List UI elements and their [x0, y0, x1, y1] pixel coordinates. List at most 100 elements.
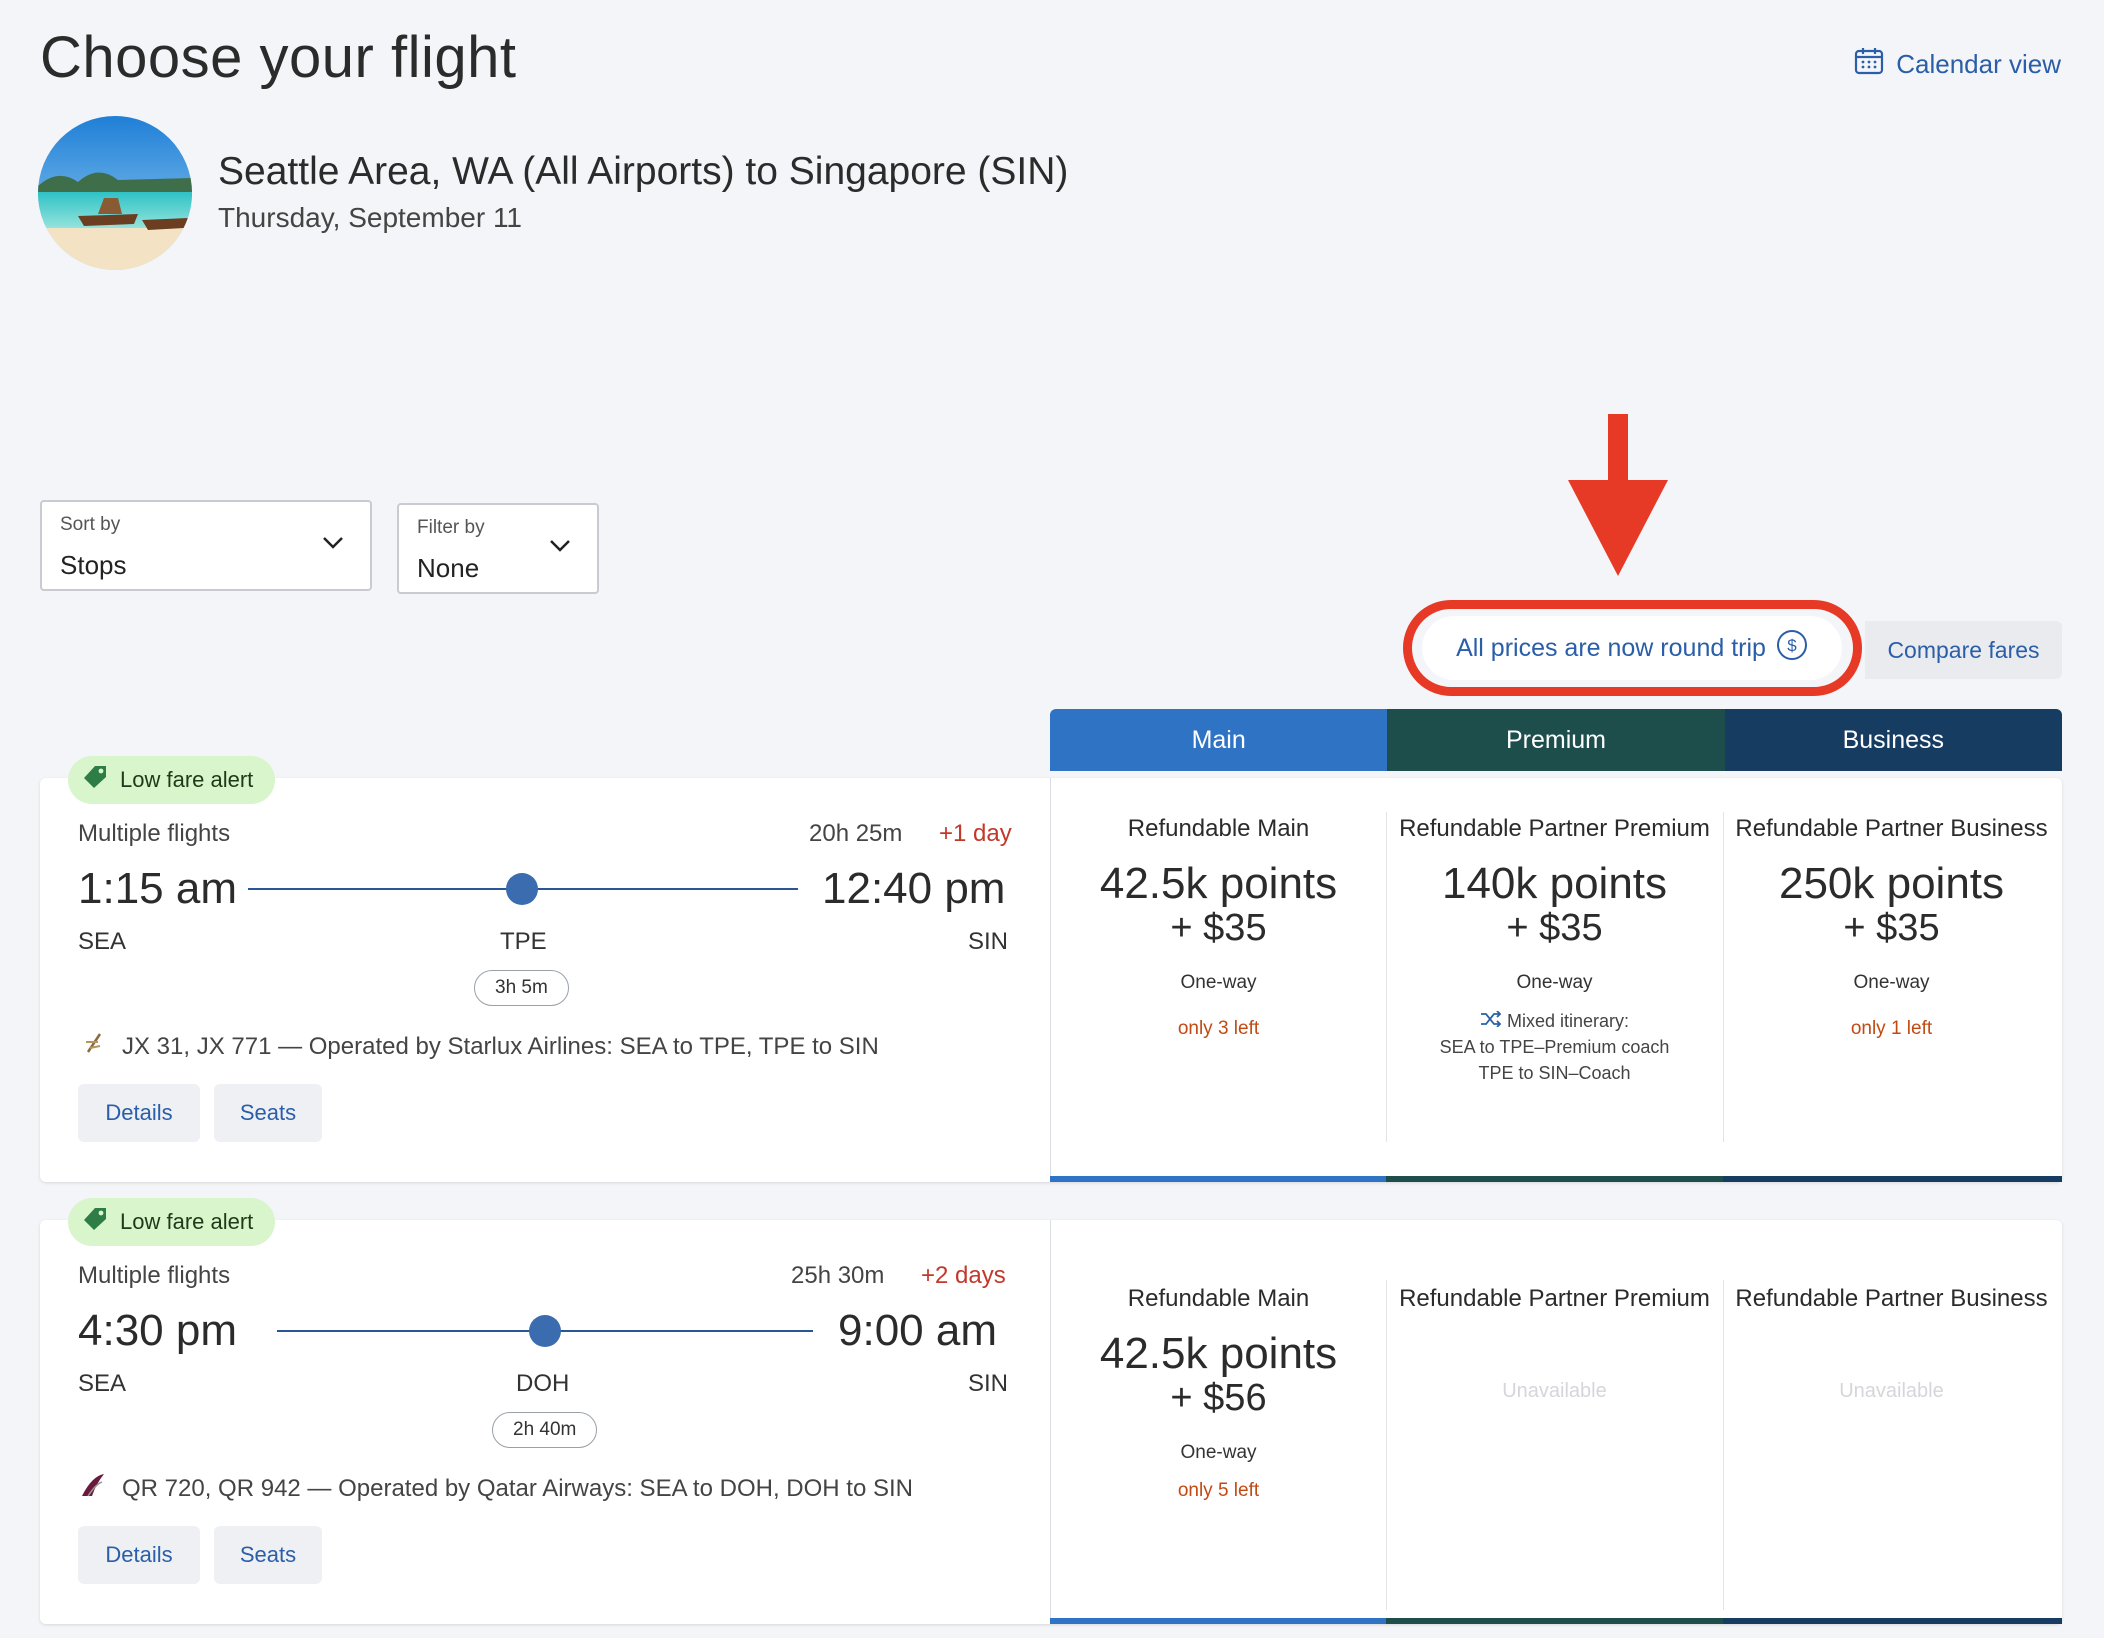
fare-way: One-way [1516, 972, 1593, 993]
mixed-leg-1: SEA to TPE–Premium coach [1439, 1037, 1670, 1057]
fare-fee: + $35 [1843, 907, 1940, 949]
filter-dropdown[interactable]: Filter by None [397, 503, 599, 594]
day-offset: +2 days [921, 1262, 1006, 1289]
badge-label: Low fare alert [120, 1209, 254, 1234]
destination-code: SIN [968, 1370, 1009, 1397]
operated-text: JX 31, JX 771 — Operated by Starlux Airl… [122, 1032, 879, 1060]
fare-points: 42.5k points [1099, 859, 1338, 908]
destination-photo [38, 116, 192, 270]
chevron-down-icon [549, 539, 571, 558]
svg-text:$: $ [1787, 636, 1797, 655]
seats-left: only 1 left [1850, 1018, 1933, 1039]
day-offset: +1 day [939, 820, 1012, 847]
fare-title: Refundable Partner Business [1735, 815, 2048, 842]
origin-code: SEA [78, 1370, 127, 1397]
calendar-icon [1854, 46, 1884, 83]
low-fare-badge: Low fare alert [68, 756, 276, 804]
sort-dropdown[interactable]: Sort by Stops [40, 500, 372, 591]
fare-main[interactable]: Refundable Main 42.5k points + $56 One-w… [1050, 1280, 1387, 1502]
operated-text: QR 720, QR 942 — Operated by Qatar Airwa… [122, 1474, 913, 1502]
fare-title: Refundable Main [1127, 815, 1310, 842]
mixed-leg-2: TPE to SIN–Coach [1478, 1063, 1631, 1083]
low-fare-badge: Low fare alert [68, 1198, 276, 1246]
fare-fee: + $35 [1506, 907, 1603, 949]
travel-date: Thursday, September 11 [218, 202, 523, 233]
stop-code: TPE [500, 928, 547, 955]
fare-business: Refundable Partner Business Unavailable [1723, 1280, 2060, 1403]
flight-type-label: Multiple flights [78, 1262, 231, 1289]
mixed-itinerary: Mixed itinerary: SEA to TPE–Premium coac… [1386, 1008, 1723, 1086]
filter-label: Filter by [417, 517, 485, 538]
fare-title: Refundable Partner Premium [1399, 815, 1710, 842]
starlux-logo-icon [78, 1028, 108, 1065]
flight-card: Low fare alert Multiple flights 20h 25m … [40, 756, 2062, 1182]
origin-code: SEA [78, 928, 127, 955]
layover-duration: 3h 5m [474, 970, 569, 1006]
seats-left: only 3 left [1177, 1018, 1260, 1039]
arrive-time: 9:00 am [838, 1306, 997, 1355]
main-strip [1050, 1176, 1386, 1182]
badge-label: Low fare alert [120, 767, 254, 792]
fare-title: Refundable Partner Business [1735, 1285, 2048, 1312]
tab-business[interactable]: Business [1724, 709, 2062, 771]
chevron-down-icon [322, 536, 344, 555]
fare-points: 42.5k points [1099, 1329, 1338, 1378]
filter-value: None [417, 553, 480, 583]
premium-strip [1386, 1618, 1723, 1624]
fare-main[interactable]: Refundable Main 42.5k points + $35 One-w… [1050, 810, 1387, 1040]
seats-left: only 5 left [1177, 1480, 1260, 1501]
page-title: Choose your flight [40, 25, 517, 90]
fare-fee: + $35 [1170, 907, 1267, 949]
fare-premium[interactable]: Refundable Partner Premium 140k points +… [1386, 810, 1723, 1086]
fare-fee: + $56 [1170, 1377, 1267, 1419]
operated-by: QR 720, QR 942 — Operated by Qatar Airwa… [78, 1470, 913, 1507]
mixed-label: Mixed itinerary: [1506, 1011, 1630, 1031]
seats-button[interactable]: Seats [214, 1526, 322, 1584]
depart-time: 1:15 am [78, 864, 237, 913]
shuffle-icon [1480, 1010, 1507, 1031]
fare-way: One-way [1180, 1442, 1257, 1463]
flight-card: Low fare alert Multiple flights 25h 30m … [40, 1198, 2062, 1624]
fare-way: One-way [1853, 972, 1930, 993]
fare-points: 250k points [1778, 859, 2005, 908]
operated-by: JX 31, JX 771 — Operated by Starlux Airl… [78, 1028, 879, 1065]
arrive-time: 12:40 pm [822, 864, 1006, 913]
cabin-tabs: Main Premium Business [1050, 709, 2062, 771]
tag-icon [80, 762, 110, 798]
premium-strip [1386, 1176, 1723, 1182]
stop-dot [529, 1315, 561, 1347]
fare-title: Refundable Main [1127, 1285, 1310, 1312]
flight-duration: 25h 30m [791, 1262, 885, 1289]
flight-type-label: Multiple flights [78, 820, 231, 847]
flight-duration: 20h 25m [809, 820, 903, 847]
fare-way: One-way [1180, 972, 1257, 993]
calendar-view-link[interactable]: Calendar view [1854, 46, 2061, 83]
round-trip-notice[interactable]: All prices are now round trip $ [1422, 616, 1842, 680]
stop-code: DOH [516, 1370, 570, 1397]
fare-unavailable: Unavailable [1839, 1380, 1944, 1402]
layover-duration: 2h 40m [492, 1412, 598, 1448]
seats-button[interactable]: Seats [214, 1084, 322, 1142]
dollar-circle-icon: $ [1776, 629, 1808, 668]
business-strip [1723, 1176, 2062, 1182]
fare-premium: Refundable Partner Premium Unavailable [1386, 1280, 1723, 1403]
destination-code: SIN [968, 928, 1009, 955]
fare-business[interactable]: Refundable Partner Business 250k points … [1723, 810, 2060, 1040]
tag-icon [80, 1204, 110, 1240]
main-strip [1050, 1618, 1386, 1624]
fare-points: 140k points [1441, 859, 1668, 908]
details-button[interactable]: Details [78, 1526, 200, 1584]
route-title: Seattle Area, WA (All Airports) to Singa… [218, 150, 1069, 193]
fare-title: Refundable Partner Premium [1399, 1285, 1710, 1312]
depart-time: 4:30 pm [78, 1306, 237, 1355]
sort-label: Sort by [60, 514, 121, 535]
round-trip-label: All prices are now round trip [1456, 633, 1766, 662]
business-strip [1723, 1618, 2062, 1624]
sort-value: Stops [60, 550, 127, 580]
details-button[interactable]: Details [78, 1084, 200, 1142]
tab-main[interactable]: Main [1050, 709, 1388, 771]
qatar-logo-icon [78, 1470, 108, 1507]
compare-fares-button[interactable]: Compare fares [1865, 621, 2062, 679]
fare-unavailable: Unavailable [1502, 1380, 1607, 1402]
tab-premium[interactable]: Premium [1387, 709, 1725, 771]
